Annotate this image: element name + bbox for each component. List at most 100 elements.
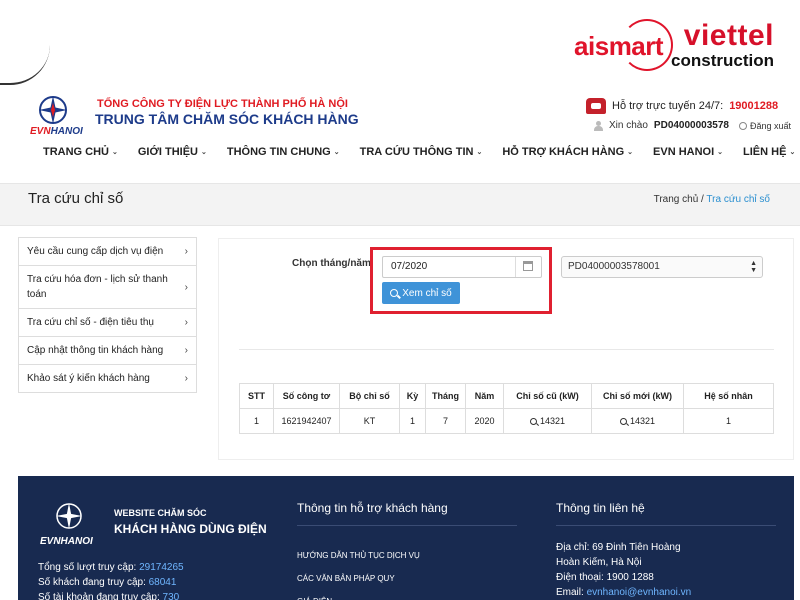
cell-index-set: KT: [339, 408, 400, 434]
sidebar-item-invoice-lookup[interactable]: Tra cứu hóa đơn - lịch sử thanh toán ›: [19, 266, 196, 309]
contact-email-line: Email: evnhanoi@evnhanoi.vn: [556, 587, 692, 598]
footer-contact: Địa chỉ: 69 Đinh Tiên Hoàng Hoàn Kiếm, H…: [556, 540, 691, 600]
site-header: EVNHANOI TỔNG CÔNG TY ĐIỆN LỰC THÀNH PHỐ…: [0, 86, 800, 183]
chevron-down-icon: ⌄: [112, 149, 118, 156]
nav-item-evn-hanoi[interactable]: EVN HANOI ⌄: [653, 146, 723, 158]
footer-site-line1: WEBSITE CHĂM SÓC: [114, 508, 207, 518]
col-index-set: Bộ chỉ số: [339, 383, 400, 409]
hotline-number[interactable]: 19001288: [729, 100, 778, 112]
divider: [239, 349, 774, 350]
breadcrumb: Trang chủ / Tra cứu chỉ số: [654, 194, 770, 205]
footer-stats: Tổng số lượt truy cập: 29174265 Số khách…: [38, 560, 184, 600]
breadcrumb-home[interactable]: Trang chủ: [654, 194, 699, 205]
stat-total-visits: Tổng số lượt truy cập: 29174265: [38, 562, 184, 573]
table-row: 1 1621942407 KT 1 7 2020 14321 14321 1: [239, 408, 774, 434]
month-label: Chọn tháng/năm: [292, 258, 371, 269]
page-title: Tra cứu chỉ số: [28, 190, 124, 207]
footer-evn-wordmark: EVNHANOI: [40, 536, 93, 547]
chevron-right-icon: ›: [184, 246, 188, 257]
watermark-band: aismart viettel construction: [0, 0, 800, 86]
user-line: Xin chào PD04000003578 Đăng xuất: [594, 120, 791, 131]
cell-new-index[interactable]: 14321: [591, 408, 684, 434]
divider: [297, 525, 517, 526]
watermark-logos: aismart viettel construction: [574, 16, 774, 76]
logout-link[interactable]: Đăng xuất: [739, 121, 791, 131]
nav-item-lookup[interactable]: TRA CỨU THÔNG TIN ⌄: [360, 146, 483, 158]
chevron-right-icon: ›: [184, 373, 188, 384]
footer-link-service-guide[interactable]: HƯỚNG DẪN THỦ TỤC DỊCH VỤ: [297, 544, 420, 567]
hotline: Hỗ trợ trực tuyến 24/7: 19001288: [586, 98, 778, 114]
site-footer: EVNHANOI WEBSITE CHĂM SÓC KHÁCH HÀNG DÙN…: [18, 476, 794, 600]
account-select-value: PD04000003578001: [568, 261, 660, 272]
phone-icon: [586, 98, 606, 114]
page: aismart viettel construction EVNHANOI TỔ…: [0, 0, 800, 600]
chevron-right-icon: ›: [184, 317, 188, 328]
nav-item-support[interactable]: HỖ TRỢ KHÁCH HÀNG ⌄: [502, 146, 633, 158]
contact-address-line2: Hoàn Kiếm, Hà Nội: [556, 557, 642, 568]
stat-current-visitors: Số khách đang truy cập: 68041: [38, 577, 177, 588]
footer-support-title: Thông tin hỗ trợ khách hàng: [297, 501, 448, 515]
col-stt: STT: [239, 383, 274, 409]
calendar-icon[interactable]: [523, 261, 533, 271]
aismart-logo: aismart: [574, 18, 674, 71]
col-multiplier: Hệ số nhân: [683, 383, 774, 409]
cell-month: 7: [425, 408, 466, 434]
input-divider: [515, 257, 516, 277]
chevron-down-icon: ⌄: [627, 149, 634, 156]
account-id[interactable]: PD04000003578: [654, 120, 729, 131]
nav-item-home[interactable]: TRANG CHỦ ⌄: [43, 146, 118, 158]
center-name: TRUNG TÂM CHĂM SÓC KHÁCH HÀNG: [95, 111, 359, 127]
contact-phone: Điện thoại: 1900 1288: [556, 572, 654, 583]
company-name: TỔNG CÔNG TY ĐIỆN LỰC THÀNH PHỐ HÀ NỘI: [97, 98, 348, 110]
logout-label: Đăng xuất: [750, 120, 792, 131]
page-title-bar: Tra cứu chỉ số Trang chủ / Tra cứu chỉ s…: [0, 183, 800, 226]
view-index-label: Xem chỉ số: [402, 287, 452, 299]
decorative-curve: [0, 0, 50, 85]
cell-meter: 1621942407: [273, 408, 340, 434]
table-header-row: STT Số công tơ Bộ chỉ số Kỳ Tháng Năm Ch…: [239, 383, 774, 409]
sidebar-item-index-lookup[interactable]: Tra cứu chỉ số - điện tiêu thụ ›: [19, 309, 196, 337]
month-input[interactable]: 07/2020: [382, 256, 542, 278]
col-year: Năm: [465, 383, 504, 409]
logout-icon: [739, 121, 747, 130]
view-index-button[interactable]: Xem chỉ số: [382, 282, 460, 304]
footer-site-line2: KHÁCH HÀNG DÙNG ĐIỆN: [114, 522, 267, 536]
search-icon: [529, 418, 537, 425]
main-nav: TRANG CHỦ ⌄ GIỚI THIỆU ⌄ THÔNG TIN CHUNG ⌄ …: [43, 146, 795, 158]
divider: [556, 525, 776, 526]
account-select[interactable]: PD04000003578001 ▲ ▼: [561, 256, 763, 278]
cell-period: 1: [399, 408, 426, 434]
chevron-down-icon: ⌄: [333, 149, 340, 156]
col-meter: Số công tơ: [273, 383, 340, 409]
greeting: Xin chào: [609, 120, 648, 131]
cell-stt: 1: [239, 408, 274, 434]
nav-item-about[interactable]: GIỚI THIỆU ⌄: [138, 146, 207, 158]
sidebar-item-update-info[interactable]: Cập nhật thông tin khách hàng ›: [19, 337, 196, 365]
chevron-right-icon: ›: [184, 281, 188, 293]
chevron-down-icon: ⌄: [717, 149, 724, 156]
nav-item-contact[interactable]: LIÊN HỆ ⌄: [743, 146, 795, 158]
evn-hanoi-wordmark: EVNHANOI: [30, 126, 83, 137]
col-month: Tháng: [425, 383, 466, 409]
col-old-index: Chỉ số cũ (kW): [503, 383, 592, 409]
footer-contact-title: Thông tin liên hệ: [556, 501, 645, 515]
cell-old-index[interactable]: 14321: [503, 408, 592, 434]
footer-link-legal-docs[interactable]: CÁC VĂN BẢN PHÁP QUY: [297, 567, 420, 590]
lookup-panel: Chọn tháng/năm 07/2020 Xem chỉ số PD0400…: [218, 238, 794, 460]
stat-current-accounts: Số tài khoản đang truy cập: 730: [38, 592, 180, 600]
sidebar-item-survey[interactable]: Khảo sát ý kiến khách hàng ›: [19, 365, 196, 392]
col-new-index: Chỉ số mới (kW): [591, 383, 684, 409]
user-icon: [594, 120, 603, 131]
contact-email[interactable]: evnhanoi@evnhanoi.vn: [587, 587, 692, 598]
footer-link-electricity-price[interactable]: GIÁ ĐIỆN: [297, 590, 420, 600]
sidebar-menu: Yêu cầu cung cấp dịch vụ điện › Tra cứu h…: [18, 237, 197, 393]
sidebar-item-service-request[interactable]: Yêu cầu cung cấp dịch vụ điện ›: [19, 238, 196, 266]
nav-item-general-info[interactable]: THÔNG TIN CHUNG ⌄: [227, 146, 340, 158]
search-icon: [390, 289, 399, 297]
old-index-value: 14321: [539, 416, 566, 426]
footer-support-links: HƯỚNG DẪN THỦ TỤC DỊCH VỤ CÁC VĂN BẢN PH…: [297, 544, 420, 600]
col-period: Kỳ: [399, 383, 426, 409]
evn-logo-icon: [56, 503, 82, 529]
chevron-down-icon: ⌄: [789, 149, 796, 156]
select-arrows-icon: ▲ ▼: [750, 260, 757, 274]
